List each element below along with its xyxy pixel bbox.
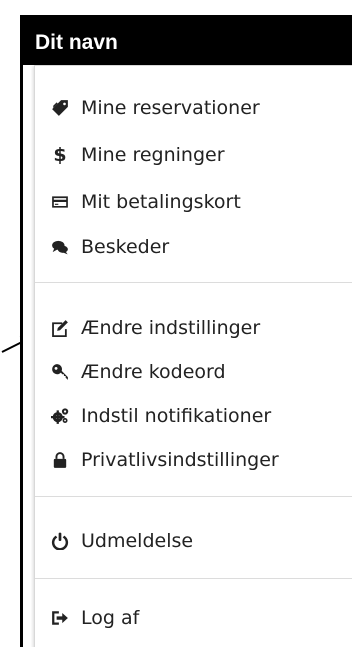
cogs-icon [47, 405, 73, 427]
menu-divider [35, 282, 352, 283]
menu-item-messages[interactable]: Beskeder [35, 232, 350, 262]
power-icon [47, 530, 73, 552]
menu-item-label: Ændre kodeord [81, 361, 226, 383]
credit-card-icon [47, 191, 73, 213]
menu-item-label: Mit betalingskort [81, 191, 241, 213]
page: Dit navn Mine reservationer $ Mine regni… [0, 0, 352, 647]
menu-item-notifications[interactable]: Indstil notifikationer [35, 401, 350, 431]
user-menu: Mine reservationer $ Mine regninger Mit … [34, 65, 352, 647]
menu-item-label: Log af [81, 607, 140, 629]
user-dropdown-panel: Dit navn Mine reservationer $ Mine regni… [20, 15, 352, 647]
user-name-header[interactable]: Dit navn [23, 18, 352, 65]
tag-icon [47, 97, 73, 119]
menu-item-label: Indstil notifikationer [81, 405, 272, 427]
menu-item-label: Udmeldelse [81, 530, 194, 552]
menu-item-change-settings[interactable]: Ændre indstillinger [35, 313, 350, 343]
sign-out-icon [47, 607, 73, 629]
menu-item-unsubscribe[interactable]: Udmeldelse [35, 526, 350, 556]
edit-icon [47, 317, 73, 339]
menu-item-privacy[interactable]: Privatlivsindstillinger [35, 445, 350, 475]
key-icon [47, 361, 73, 383]
menu-item-reservations[interactable]: Mine reservationer [35, 93, 350, 123]
menu-item-label: Beskeder [81, 236, 170, 258]
menu-item-change-password[interactable]: Ændre kodeord [35, 357, 350, 387]
menu-item-payment-card[interactable]: Mit betalingskort [35, 187, 350, 217]
menu-item-bills[interactable]: $ Mine regninger [35, 140, 350, 170]
menu-item-label: Privatlivsindstillinger [81, 449, 279, 471]
comments-icon [47, 236, 73, 258]
menu-divider [35, 496, 352, 497]
dollar-icon: $ [53, 144, 67, 166]
menu-item-label: Ændre indstillinger [81, 317, 261, 339]
menu-divider [35, 578, 352, 579]
menu-item-label: Mine regninger [81, 144, 225, 166]
menu-item-label: Mine reservationer [81, 97, 260, 119]
menu-item-log-out[interactable]: Log af [35, 603, 350, 633]
lock-icon [47, 449, 73, 471]
